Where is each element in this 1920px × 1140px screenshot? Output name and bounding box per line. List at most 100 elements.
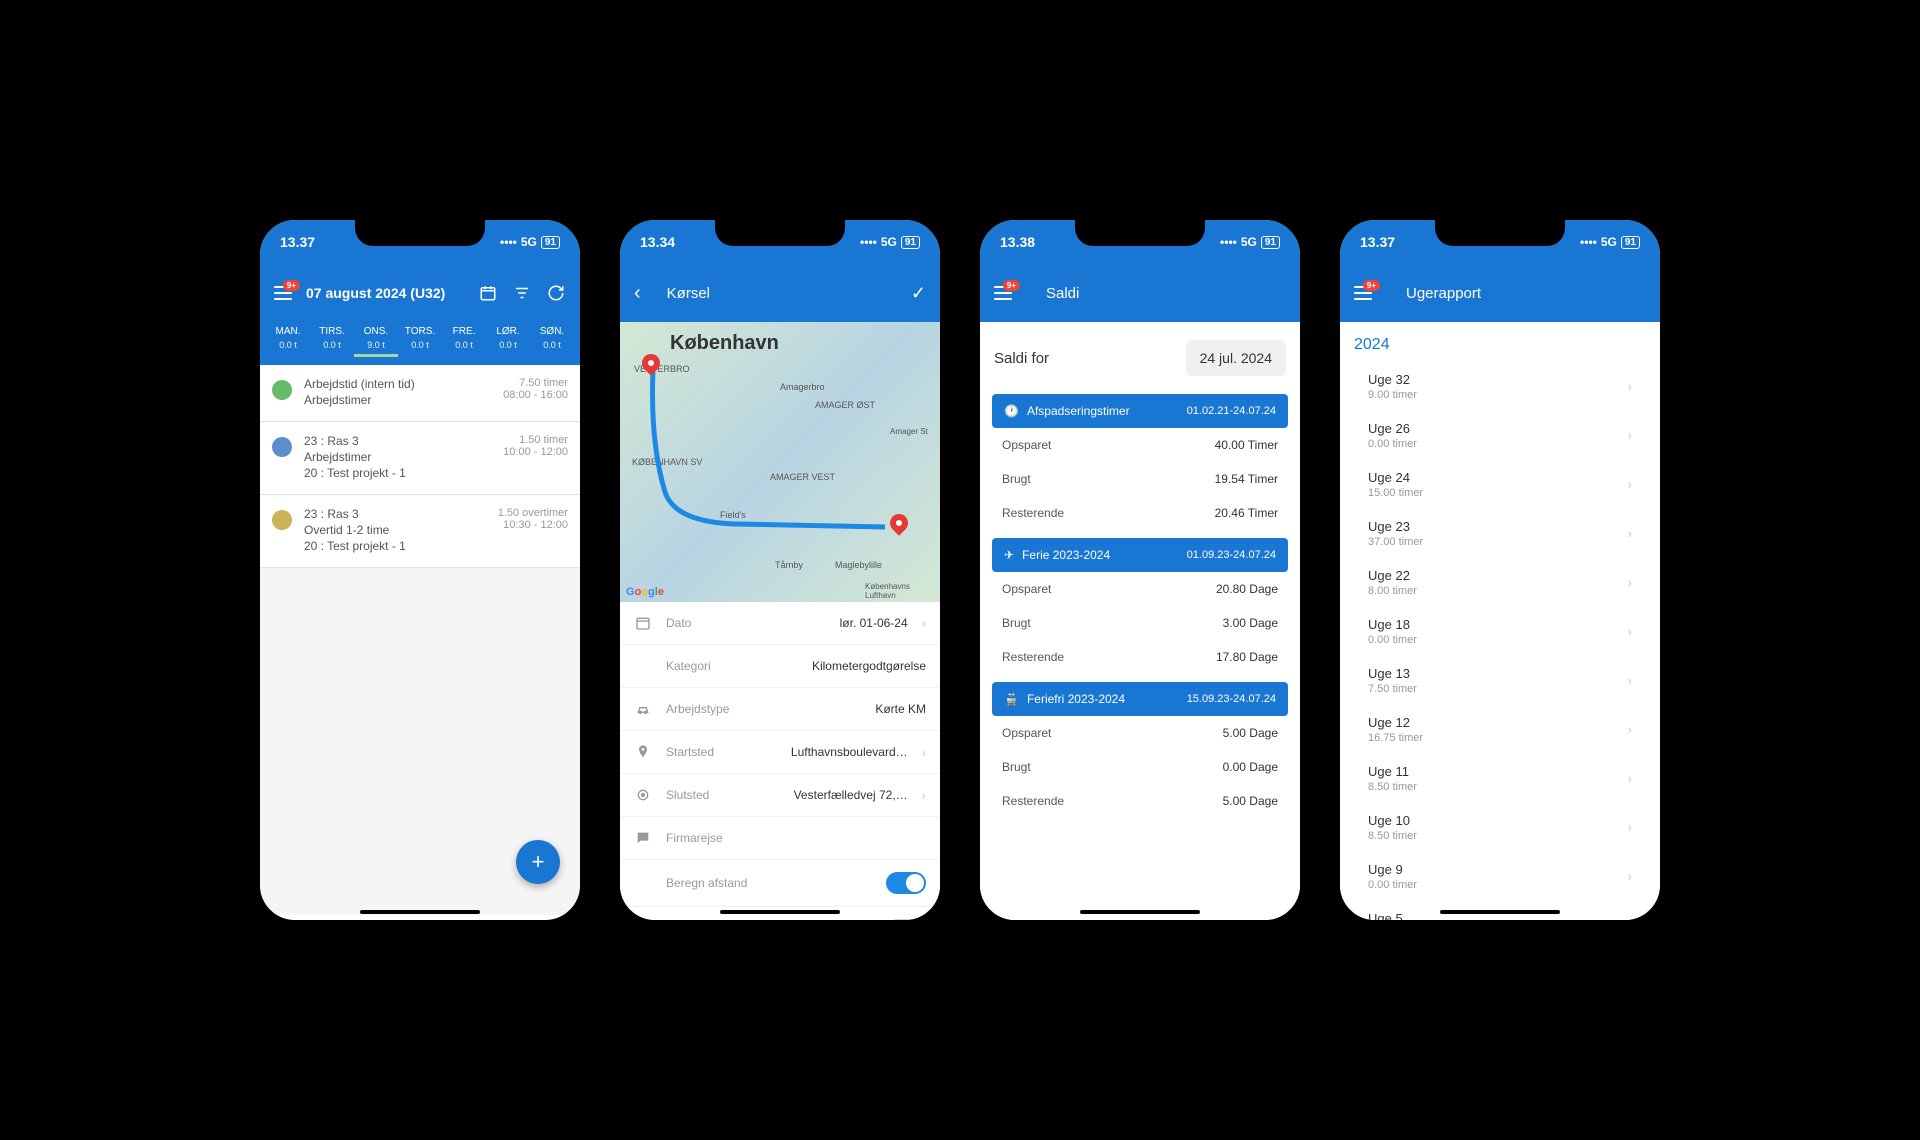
section-title: Afspadseringstimer — [1027, 404, 1179, 418]
day-tab[interactable]: FRE.0.0 t — [442, 322, 486, 357]
week-row[interactable]: Uge 26 0.00 timer › — [1340, 411, 1660, 460]
battery-icon: 91 — [1621, 236, 1640, 249]
confirm-button[interactable]: ✓ — [911, 283, 926, 304]
header-date[interactable]: 07 august 2024 (U32) — [306, 285, 445, 301]
notification-badge: 9+ — [283, 280, 300, 291]
status-time: 13.38 — [1000, 234, 1035, 250]
back-button[interactable]: ‹ — [634, 282, 641, 305]
week-row[interactable]: Uge 9 0.00 timer › — [1340, 852, 1660, 901]
day-name: MAN. — [266, 326, 310, 337]
balance-key: Resterende — [1002, 650, 1064, 664]
week-number: Uge 12 — [1368, 715, 1423, 730]
blank-icon — [634, 874, 652, 892]
week-number: Uge 11 — [1368, 764, 1417, 779]
section-dates: 01.09.23-24.07.24 — [1187, 549, 1276, 561]
day-tab[interactable]: LØR.0.0 t — [486, 322, 530, 357]
week-info: Uge 5 0.00 timer — [1368, 911, 1417, 930]
phone-driving: 13.34 •••• 5G 91 ‹ Kørsel ✓ København VE… — [610, 210, 950, 930]
form-row-startsted[interactable]: Startsted Lufthavnsboulevard… › — [620, 731, 940, 774]
home-indicator — [1080, 910, 1200, 914]
day-tab[interactable]: TIRS.0.0 t — [310, 322, 354, 357]
balance-section: ✈ Ferie 2023-2024 01.09.23-24.07.24 Opsp… — [980, 538, 1300, 674]
day-tab[interactable]: MAN.0.0 t — [266, 322, 310, 357]
week-hours: 8.50 timer — [1368, 830, 1417, 842]
week-row[interactable]: Uge 12 16.75 timer › — [1340, 705, 1660, 754]
week-hours: 0.00 timer — [1368, 634, 1417, 646]
form-label: Kategori — [666, 659, 798, 673]
chevron-right-icon: › — [1628, 722, 1632, 737]
balance-key: Brugt — [1002, 616, 1031, 630]
form-row-firmarejse: Firmarejse — [620, 817, 940, 860]
status-time: 13.34 — [640, 234, 675, 250]
week-row[interactable]: Uge 18 0.00 timer › — [1340, 607, 1660, 656]
week-row[interactable]: Uge 11 8.50 timer › — [1340, 754, 1660, 803]
section-dates: 01.02.21-24.07.24 — [1187, 405, 1276, 417]
balance-key: Opsparet — [1002, 438, 1051, 452]
day-value: 0.0 t — [442, 340, 486, 350]
chevron-right-icon: › — [1628, 918, 1632, 930]
week-row[interactable]: Uge 24 15.00 timer › — [1340, 460, 1660, 509]
entry-line-1: 23 : Ras 3 — [304, 507, 406, 521]
calendar-icon — [479, 284, 497, 302]
chevron-right-icon: › — [1628, 771, 1632, 786]
toggle-switch[interactable] — [886, 919, 926, 930]
day-tab[interactable]: ONS.9.0 t — [354, 322, 398, 357]
calendar-button[interactable] — [478, 283, 498, 303]
signal-icon: •••• — [860, 235, 877, 249]
balance-key: Opsparet — [1002, 726, 1051, 740]
menu-button[interactable]: 9+ — [994, 286, 1012, 300]
status-right: •••• 5G 91 — [1220, 235, 1280, 249]
refresh-icon — [547, 284, 565, 302]
toggle-label: Tilføj retur afstand — [666, 923, 872, 930]
balance-value: 3.00 Dage — [1223, 616, 1278, 630]
week-row[interactable]: Uge 5 0.00 timer › — [1340, 901, 1660, 930]
network-label: 5G — [1601, 235, 1617, 249]
entry-details: Arbejdstid (intern tid) Arbejdstimer — [304, 377, 415, 409]
map-pin-end[interactable] — [642, 354, 662, 382]
chevron-right-icon: › — [1628, 428, 1632, 443]
filter-button[interactable] — [512, 283, 532, 303]
form-value: Kilometergodtgørelse — [812, 659, 926, 673]
saldi-content[interactable]: Saldi for 24 jul. 2024 🕐 Afspadseringsti… — [980, 322, 1300, 930]
week-hours: 0.00 timer — [1368, 928, 1417, 930]
week-row[interactable]: Uge 23 37.00 timer › — [1340, 509, 1660, 558]
toggle-switch[interactable] — [886, 872, 926, 894]
balance-value: 19.54 Timer — [1215, 472, 1278, 486]
day-tab[interactable]: SØN.0.0 t — [530, 322, 574, 357]
day-tab[interactable]: TORS.0.0 t — [398, 322, 442, 357]
date-picker[interactable]: 24 jul. 2024 — [1186, 340, 1286, 376]
add-button[interactable]: + — [516, 840, 560, 884]
chevron-right-icon: › — [1628, 477, 1632, 492]
entry-line-2: Overtid 1-2 time — [304, 523, 406, 537]
blank-icon — [634, 657, 652, 675]
form-row-dato[interactable]: Dato lør. 01-06-24 › — [620, 602, 940, 645]
balance-row: Resterende 5.00 Dage — [980, 784, 1300, 818]
chevron-right-icon: › — [922, 745, 926, 760]
section-title: Ferie 2023-2024 — [1022, 548, 1179, 562]
entries-list[interactable]: Arbejdstid (intern tid) Arbejdstimer 7.5… — [260, 365, 580, 915]
week-list[interactable]: 2024 Uge 32 9.00 timer › Uge 26 0.00 tim… — [1340, 322, 1660, 930]
week-number: Uge 24 — [1368, 470, 1423, 485]
map-district-label: Københavns Lufthavn — [865, 582, 940, 600]
toggle-label: Beregn afstand — [666, 876, 872, 890]
time-entry[interactable]: 23 : Ras 3 Arbejdstimer 20 : Test projek… — [260, 422, 580, 495]
week-row[interactable]: Uge 32 9.00 timer › — [1340, 362, 1660, 411]
map-pin-start[interactable] — [890, 514, 910, 542]
form-value: Vesterfælledvej 72,… — [794, 788, 908, 802]
week-row[interactable]: Uge 13 7.50 timer › — [1340, 656, 1660, 705]
balance-key: Brugt — [1002, 760, 1031, 774]
form-row-slutsted[interactable]: Slutsted Vesterfælledvej 72,… › — [620, 774, 940, 817]
week-row[interactable]: Uge 22 8.00 timer › — [1340, 558, 1660, 607]
form-value: Kørte KM — [875, 702, 926, 716]
network-label: 5G — [521, 235, 537, 249]
week-info: Uge 23 37.00 timer — [1368, 519, 1423, 548]
refresh-button[interactable] — [546, 283, 566, 303]
menu-button[interactable]: 9+ — [1354, 286, 1372, 300]
menu-button[interactable]: 9+ — [274, 286, 292, 300]
section-icon: 🕐 — [1004, 404, 1019, 418]
home-indicator — [720, 910, 840, 914]
map-view[interactable]: København VESTERBRO Amagerbro AMAGER ØST… — [620, 322, 940, 602]
time-entry[interactable]: Arbejdstid (intern tid) Arbejdstimer 7.5… — [260, 365, 580, 422]
week-row[interactable]: Uge 10 8.50 timer › — [1340, 803, 1660, 852]
time-entry[interactable]: 23 : Ras 3 Overtid 1-2 time 20 : Test pr… — [260, 495, 580, 568]
